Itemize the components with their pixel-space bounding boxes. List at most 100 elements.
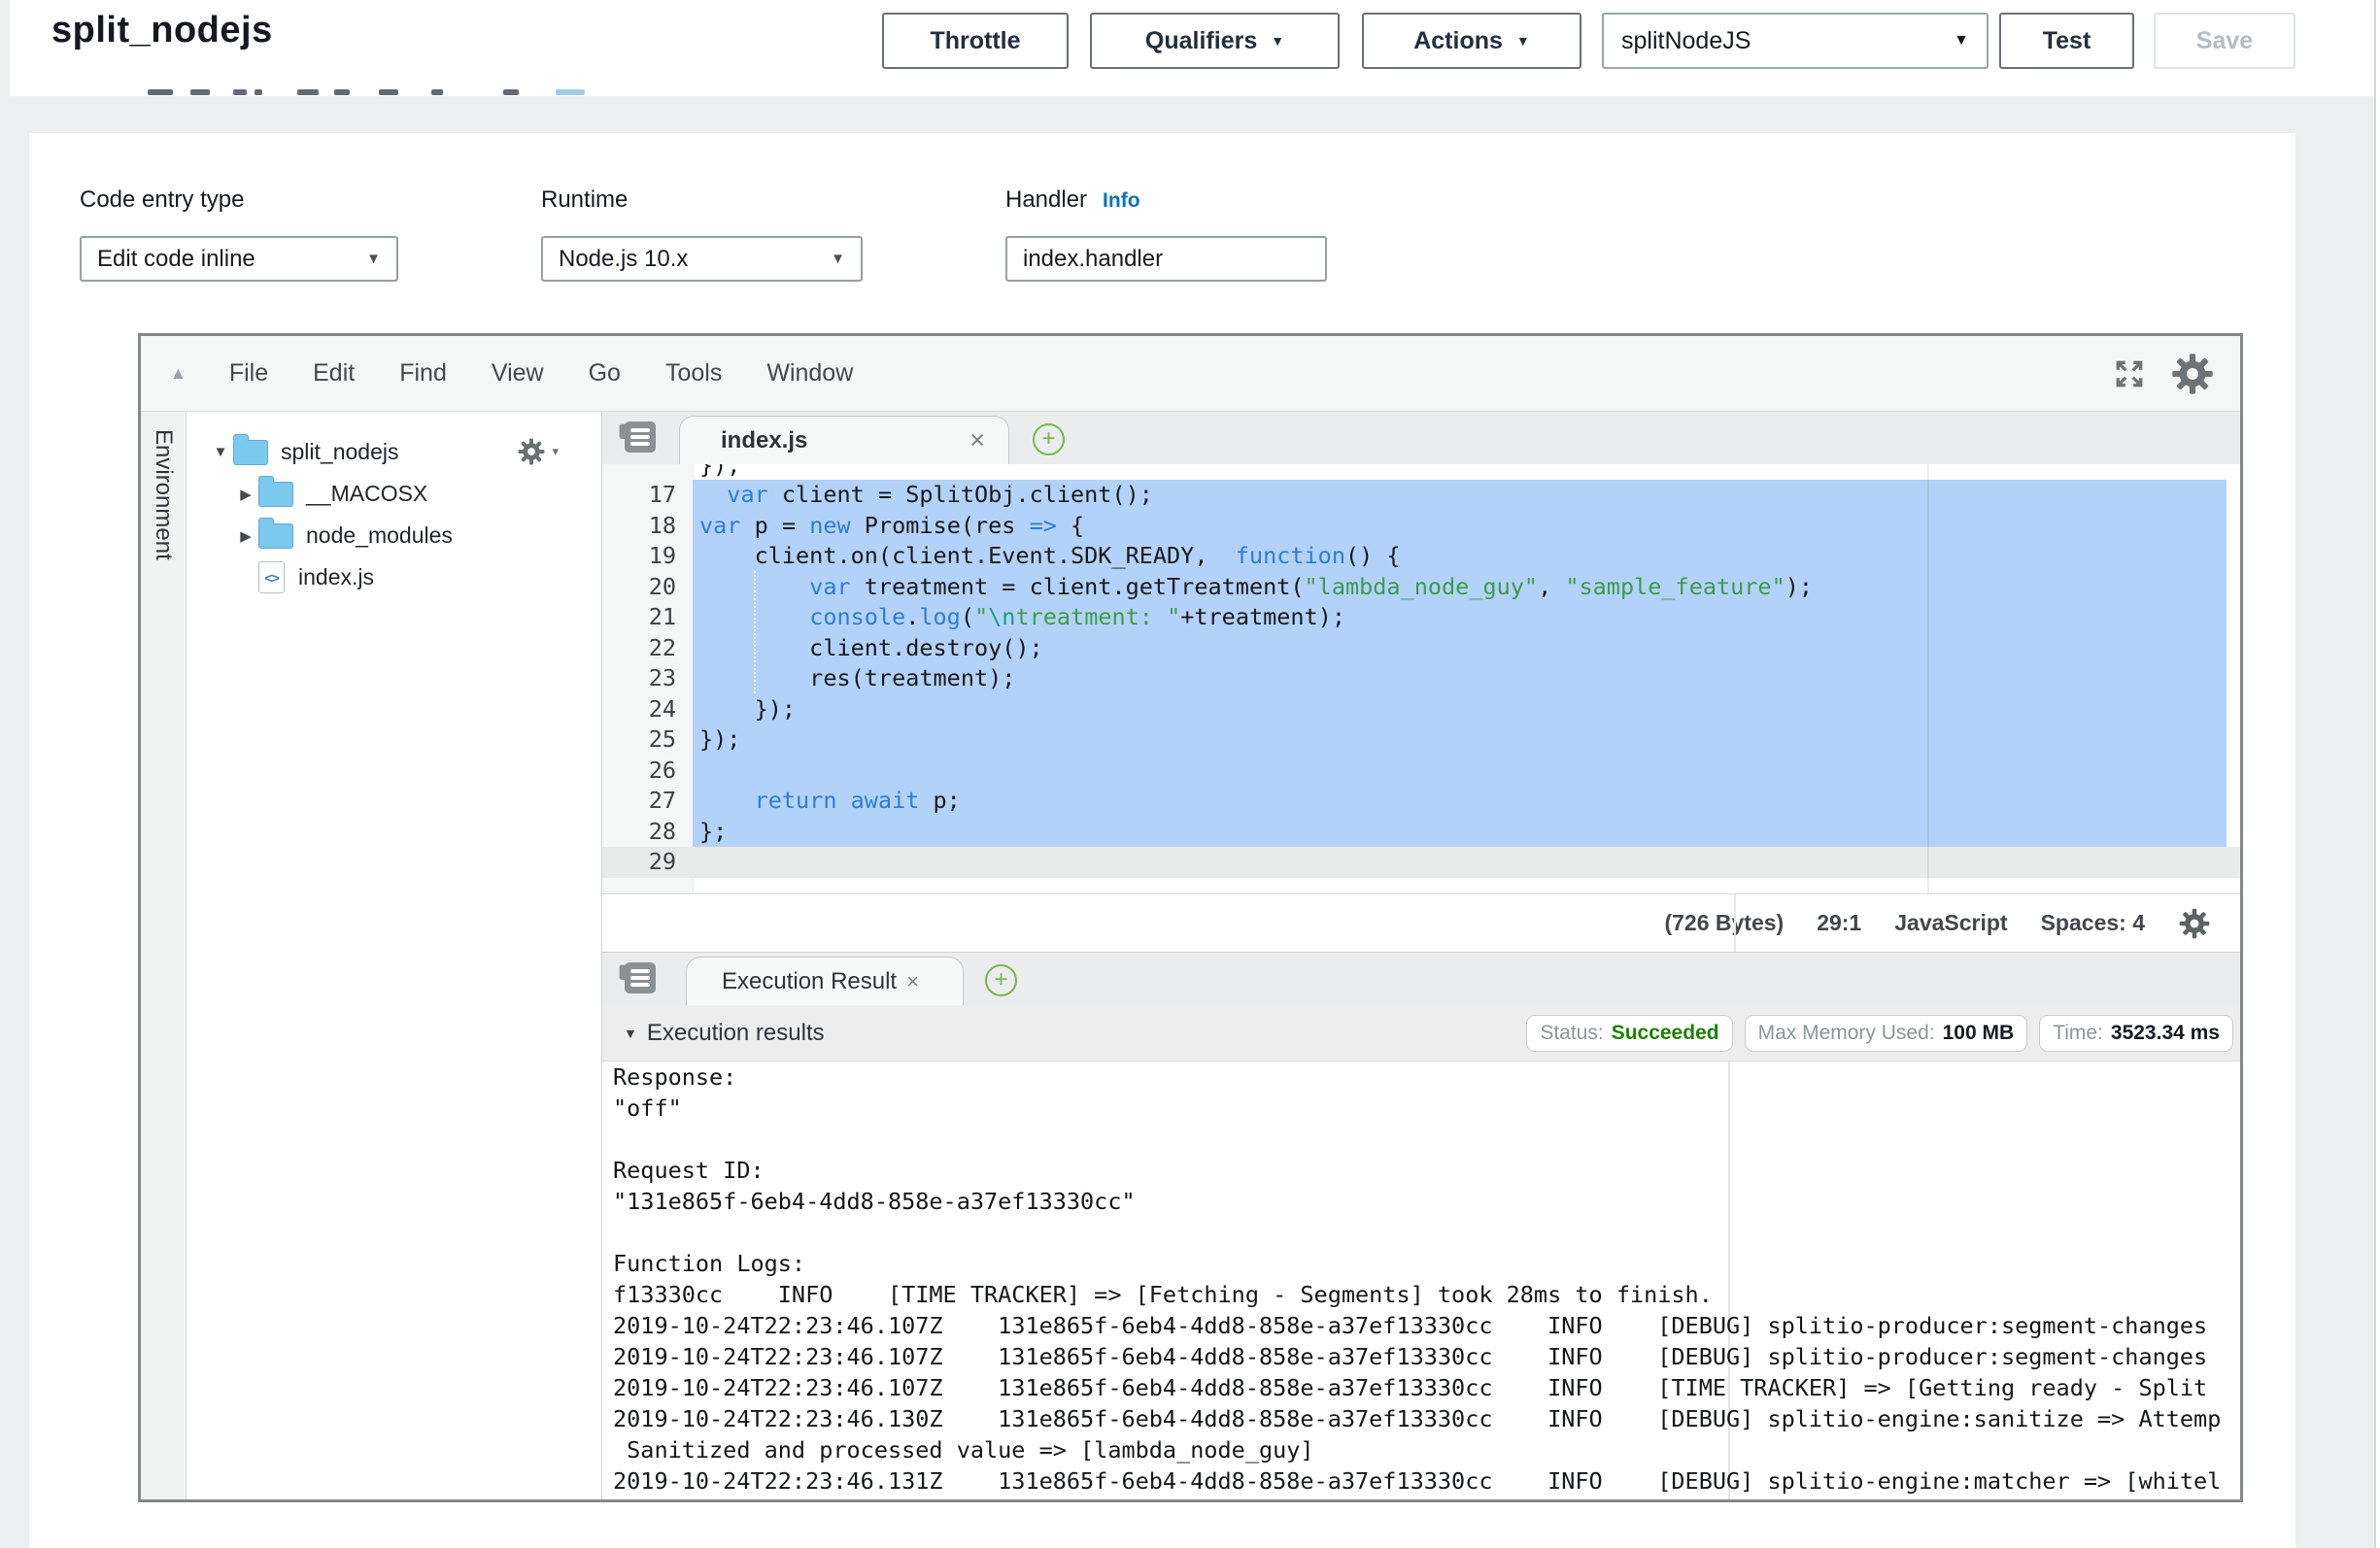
log-line: 2019-10-24T22:23:46.131Z 131e865f-6eb4-4…	[602, 1465, 2240, 1497]
menu-item-file[interactable]: File	[229, 359, 268, 387]
code-line-22: 22 client.destroy();	[602, 633, 2240, 664]
environment-tab-label: Environment	[150, 429, 177, 560]
code-line-24: 24 });	[602, 694, 2240, 725]
log-line: Function Logs:	[602, 1248, 2240, 1279]
cursor-position[interactable]: 29:1	[1817, 910, 1861, 936]
log-line: "131e865f-6eb4-4dd8-858e-a37ef13330cc"	[602, 1186, 2240, 1217]
indentation-setting[interactable]: Spaces: 4	[2041, 910, 2145, 936]
line-number: 24	[602, 694, 693, 725]
handler-input[interactable]: index.handler	[1005, 236, 1327, 282]
result-badges: Status:SucceededMax Memory Used:100 MBTi…	[1526, 1015, 2233, 1052]
menu-item-find[interactable]: Find	[399, 359, 447, 387]
tree-item-split_nodejs[interactable]: ▼ split_nodejs ▾	[187, 431, 601, 473]
tree-settings-gear-icon[interactable]: ▾	[517, 437, 559, 466]
caret-right-icon[interactable]: ▶	[233, 527, 258, 545]
tree-item-label: index.js	[298, 564, 374, 590]
code-line-27: 27 return await p;	[602, 786, 2240, 817]
file-tree: ▼ split_nodejs ▾ ▶__MACOSX▶node_modules<>in…	[187, 412, 602, 1499]
new-tab-plus-icon[interactable]: +	[985, 964, 1017, 996]
page-title: split_nodejs	[51, 10, 273, 51]
chevron-down-icon: ▼	[831, 251, 845, 267]
line-number: 25	[602, 724, 693, 756]
environment-rail[interactable]: Environment	[141, 412, 187, 1499]
close-icon[interactable]: ×	[906, 969, 919, 994]
print-margin-ruler	[1927, 464, 1929, 893]
runtime-select[interactable]: Node.js 10.x ▼	[541, 236, 863, 282]
line-number: 23	[602, 663, 693, 694]
log-line: 2019-10-24T22:23:46.107Z 131e865f-6eb4-4…	[602, 1372, 2240, 1403]
menu-item-tools[interactable]: Tools	[665, 359, 722, 387]
disclosure-triangle-icon[interactable]: ▼	[624, 1026, 637, 1041]
scrollbar-track[interactable]	[2376, 0, 2380, 1548]
indent-guide	[754, 571, 756, 693]
tab-list-icon[interactable]	[619, 962, 656, 995]
save-label: Save	[2196, 27, 2253, 55]
status-badge: Time:3523.34 ms	[2039, 1015, 2233, 1052]
line-number: 29	[602, 847, 693, 878]
code-line: });	[602, 464, 2240, 480]
qualifiers-button[interactable]: Qualifiers ▼	[1090, 13, 1340, 69]
new-tab-plus-icon[interactable]: +	[1033, 423, 1065, 455]
collapse-menu-icon[interactable]: ▲	[170, 364, 187, 384]
file-size: (726 Bytes)	[1664, 910, 1784, 936]
menu-item-view[interactable]: View	[492, 359, 544, 387]
actions-button[interactable]: Actions ▼	[1362, 13, 1581, 69]
code-editor[interactable]: });17 var client = SplitObj.client();18v…	[602, 464, 2240, 893]
runtime-value: Node.js 10.x	[559, 246, 688, 273]
throttle-button[interactable]: Throttle	[882, 13, 1069, 69]
tree-item-__macosx[interactable]: ▶__MACOSX	[187, 473, 601, 515]
code-line-29: 29	[602, 847, 2240, 878]
tree-item-label: split_nodejs	[281, 439, 398, 465]
execution-results-log[interactable]: Response:"off" Request ID:"131e865f-6eb4…	[602, 1061, 2240, 1499]
menu-item-edit[interactable]: Edit	[313, 359, 355, 387]
menu-item-go[interactable]: Go	[589, 359, 621, 387]
tree-item-index.js[interactable]: <>index.js	[187, 556, 601, 598]
fullscreen-icon[interactable]	[2112, 356, 2147, 391]
chevron-down-icon: ▼	[1516, 33, 1530, 49]
tab-execution-result[interactable]: Execution Result ×	[686, 957, 964, 1005]
code-line-28: 28};	[602, 817, 2240, 848]
menu-item-window[interactable]: Window	[766, 359, 853, 387]
code-line-25: 25});	[602, 724, 2240, 756]
folder-icon	[233, 440, 268, 465]
execution-results-title: Execution results	[647, 1020, 825, 1047]
execution-results-header: ▼ Execution results Status:SucceededMax …	[602, 1005, 2240, 1061]
log-line: Request ID:	[602, 1155, 2240, 1186]
code-line-18: 18var p = new Promise(res => {	[602, 511, 2240, 542]
line-number: 20	[602, 572, 693, 603]
line-number	[602, 464, 693, 480]
close-icon[interactable]: ×	[969, 425, 985, 455]
log-line: 2019-10-24T22:23:46.107Z 131e865f-6eb4-4…	[602, 1341, 2240, 1372]
tab-index-js[interactable]: index.js ×	[679, 416, 1009, 464]
save-button[interactable]: Save	[2154, 13, 2295, 69]
divider	[1734, 894, 1736, 952]
language-mode[interactable]: JavaScript	[1894, 910, 2007, 936]
tab-index-js-label: index.js	[721, 427, 807, 454]
log-line: Sanitized and processed value => [lambda…	[602, 1434, 2240, 1465]
log-line: f13330cc INFO [TIME TRACKER] => [Fetchin…	[602, 1279, 2240, 1310]
caret-down-icon[interactable]: ▼	[208, 444, 233, 460]
test-event-select[interactable]: splitNodeJS ▼	[1602, 13, 1989, 69]
chevron-down-icon: ▼	[366, 251, 381, 267]
tab-list-icon[interactable]	[619, 421, 656, 454]
line-number: 17	[602, 480, 693, 511]
tree-item-node_modules[interactable]: ▶node_modules	[187, 515, 601, 556]
code-line-21: 21 console.log("\ntreatment: "+treatment…	[602, 602, 2240, 633]
code-entry-type-select[interactable]: Edit code inline ▼	[80, 236, 398, 282]
folder-icon	[258, 523, 293, 549]
line-number: 26	[602, 756, 693, 787]
throttle-label: Throttle	[930, 27, 1020, 55]
menu-items: File Edit Find View Go Tools Window	[229, 359, 898, 387]
test-button[interactable]: Test	[1999, 13, 2134, 69]
runtime-label: Runtime	[541, 186, 628, 214]
ide-settings-gear-icon[interactable]	[2170, 352, 2215, 396]
ide-menu-bar: ▲ File Edit Find View Go Tools Window	[141, 336, 2240, 412]
code-entry-type-label: Code entry type	[80, 186, 244, 214]
editor-tab-bar: index.js × +	[602, 412, 2240, 464]
status-gear-icon[interactable]	[2178, 907, 2211, 940]
chevron-down-icon: ▼	[1271, 33, 1284, 49]
handler-info-link[interactable]: Info	[1103, 189, 1139, 213]
log-line: "off"	[602, 1093, 2240, 1124]
caret-right-icon[interactable]: ▶	[233, 486, 258, 503]
editor-status-bar: (726 Bytes) 29:1 JavaScript Spaces: 4	[602, 893, 2240, 952]
